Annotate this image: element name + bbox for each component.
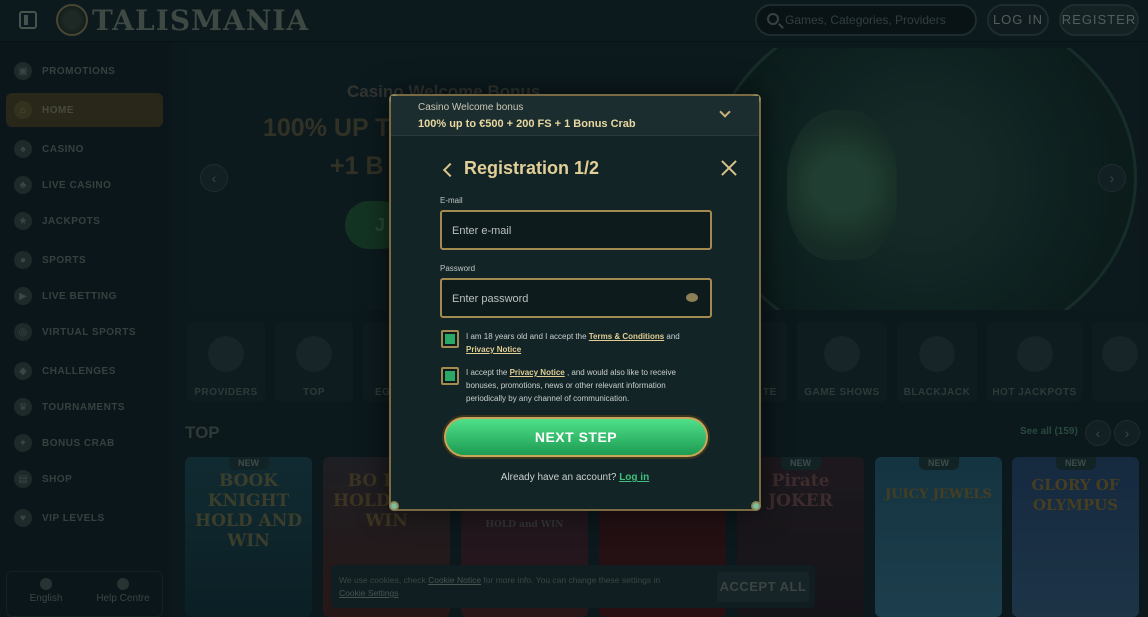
corner-ornament (389, 501, 399, 511)
marketing-checkbox[interactable] (441, 367, 459, 385)
terms-text-part: and (664, 332, 680, 341)
chevron-down-icon[interactable] (719, 106, 731, 118)
terms-text-part: I am 18 years old and I accept the (466, 332, 589, 341)
back-arrow-icon[interactable] (442, 162, 458, 178)
password-label: Password (440, 264, 476, 273)
bonus-title: 100% up to €500 + 200 FS + 1 Bonus Crab (418, 118, 636, 130)
terms-link[interactable]: Terms & Conditions (589, 332, 664, 341)
close-icon[interactable] (720, 159, 738, 177)
show-password-icon[interactable] (686, 293, 698, 302)
terms-checkbox[interactable] (441, 330, 459, 348)
registration-title: Registration 1/2 (464, 158, 600, 178)
privacy-notice-link[interactable]: Privacy Notice (510, 368, 565, 377)
next-step-button[interactable]: NEXT STEP (444, 417, 708, 457)
email-label: E-mail (440, 196, 463, 205)
email-input[interactable] (452, 222, 672, 240)
login-prompt: Already have an account? Log in (391, 472, 759, 483)
terms-text: I am 18 years old and I accept the Terms… (466, 330, 706, 356)
bonus-caption: Casino Welcome bonus (418, 102, 524, 113)
privacy-notice-link[interactable]: Privacy Notice (466, 345, 521, 354)
marketing-text-part: I accept the (466, 368, 510, 377)
corner-ornament (751, 501, 761, 511)
login-prompt-text: Already have an account? (500, 472, 620, 483)
password-field[interactable] (440, 278, 712, 318)
password-input[interactable] (452, 290, 672, 308)
marketing-text: I accept the Privacy Notice , and would … (466, 366, 706, 405)
checkmark-icon (445, 334, 455, 344)
checkmark-icon (445, 371, 455, 381)
registration-modal: Casino Welcome bonus 100% up to €500 + 2… (389, 94, 761, 511)
login-link[interactable]: Log in (619, 472, 649, 483)
email-field[interactable] (440, 210, 712, 250)
bonus-selector[interactable]: Casino Welcome bonus 100% up to €500 + 2… (391, 96, 759, 136)
